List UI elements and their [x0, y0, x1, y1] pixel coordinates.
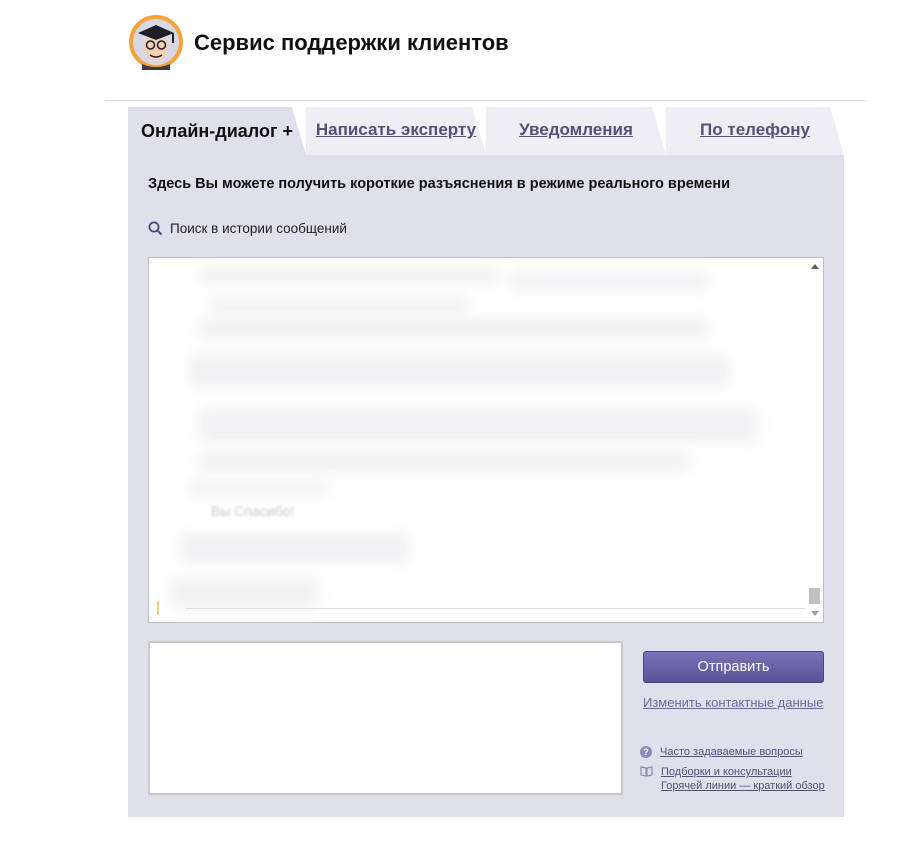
blurred-message [179, 533, 409, 563]
faq-row: ? Часто задаваемые вопросы [640, 745, 825, 759]
history-divider [185, 608, 805, 609]
tab-online-dialog[interactable]: Онлайн-диалог + [128, 107, 306, 155]
tab-write-expert[interactable]: Написать эксперту [306, 107, 486, 155]
faq-link[interactable]: Часто задаваемые вопросы [660, 745, 803, 759]
app-title: Сервис поддержки клиентов [194, 30, 509, 55]
message-input[interactable] [148, 641, 623, 795]
question-circle-icon: ? [640, 746, 652, 758]
collections-link-line1: Подборки и консультации [661, 766, 792, 778]
intro-text: Здесь Вы можете получить короткие разъяс… [148, 176, 731, 192]
collections-link[interactable]: Подборки и консультации Горячей линии — … [661, 765, 825, 793]
tab-notifications[interactable]: Уведомления [486, 107, 666, 155]
scroll-up-arrow-icon[interactable] [811, 264, 819, 269]
search-icon [148, 221, 163, 236]
help-links: ? Часто задаваемые вопросы Подборки и ко… [640, 745, 825, 799]
history-scrollbar[interactable] [807, 258, 823, 622]
professor-logo-icon [129, 15, 183, 70]
history-search-label: Поиск в истории сообщений [170, 221, 347, 236]
send-button[interactable]: Отправить [643, 651, 824, 683]
scroll-thumb[interactable] [809, 588, 820, 604]
tab-by-phone[interactable]: По телефону [666, 107, 844, 155]
history-search-link[interactable]: Поиск в истории сообщений [148, 221, 347, 236]
tab-corner [472, 107, 486, 155]
collections-link-line2: Горячей линии — краткий обзор [661, 780, 825, 792]
tab-bar: Онлайн-диалог + Написать эксперту Уведом… [128, 107, 844, 155]
blurred-message [199, 450, 689, 472]
blurred-message [199, 408, 759, 442]
blurred-message [169, 578, 319, 608]
history-fragment: Вы Спасибо! [211, 503, 295, 519]
blurred-message [189, 354, 729, 388]
tab-corner [830, 107, 844, 155]
book-icon [640, 766, 653, 777]
message-history[interactable]: Вы Спасибо! [148, 257, 824, 623]
scroll-down-arrow-icon[interactable] [811, 611, 819, 616]
blurred-message [189, 480, 329, 496]
tab-corner [652, 107, 666, 155]
history-caret [157, 601, 159, 615]
blurred-message [199, 318, 709, 340]
header: Сервис поддержки клиентов [0, 0, 919, 100]
blurred-message [509, 272, 709, 290]
tab-corner [292, 107, 306, 155]
blurred-message [199, 266, 499, 284]
header-divider [105, 100, 866, 101]
blurred-message [209, 298, 469, 314]
collections-row: Подборки и консультации Горячей линии — … [640, 765, 825, 793]
change-contacts-link[interactable]: Изменить контактные данные [643, 695, 823, 710]
